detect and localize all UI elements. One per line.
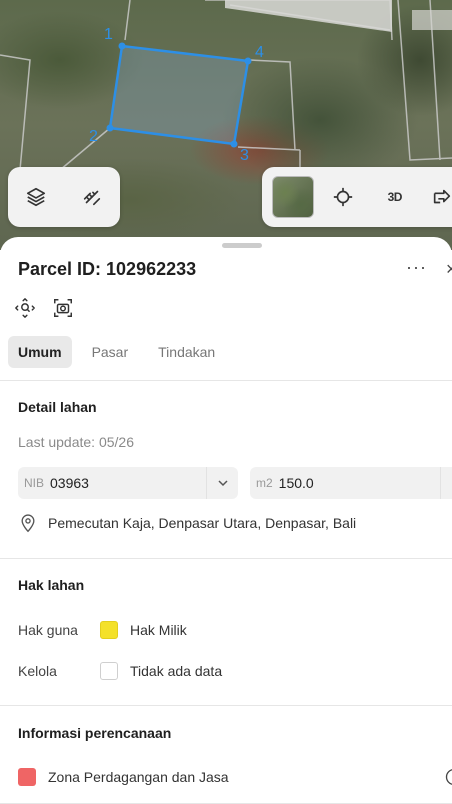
rights-value: Hak Milik [130,622,187,638]
basemap-thumbnail[interactable] [272,176,314,218]
crosshair-icon [334,187,353,207]
rights-value: Tidak ada data [130,663,223,679]
zone-row[interactable]: Zona Perdagangan dan Jasa [18,768,452,786]
screenshot-button[interactable] [52,297,74,324]
share-icon [434,189,451,204]
vertex-label-3: 3 [240,147,249,164]
area-select[interactable]: m2 150.0 [250,467,452,499]
area-prefix: m2 [256,476,273,490]
divider [0,380,452,381]
layers-button[interactable] [16,177,56,217]
tab-bar: Umum Pasar Tindakan [8,336,225,368]
chevron-down-icon [206,467,238,499]
rights-label: Kelola [18,663,57,679]
tab-umum[interactable]: Umum [8,336,72,368]
vertex-label-1: 1 [104,26,113,43]
area-value: 150.0 [278,475,314,491]
divider [0,558,452,559]
drag-handle[interactable] [222,243,262,248]
rights-row-hak-guna: Hak guna Hak Milik [18,621,187,639]
rights-row-kelola: Kelola Tidak ada data [18,662,222,680]
locate-button[interactable] [324,177,364,217]
section-title-rights: Hak lahan [18,577,85,593]
parcel-detail-sheet: Parcel ID: 102962233 ··· × Umum Pasar Ti… [0,237,452,804]
parcel-title: Parcel ID: 102962233 [18,259,197,279]
zoom-to-parcel-button[interactable] [14,297,36,324]
more-options-button[interactable]: ··· [406,257,427,278]
nib-select[interactable]: NIB 03963 [18,467,238,499]
address-row: Pemecutan Kaja, Denpasar Utara, Denpasar… [18,513,356,533]
nib-value: 03963 [50,475,89,491]
share-button[interactable] [423,177,452,217]
parcel-tools [14,297,74,324]
measure-button[interactable] [72,177,112,217]
close-button[interactable]: × [446,259,452,280]
parcel-polygon [108,44,250,146]
status-swatch [100,662,118,680]
map-tools-right: 3D [262,167,452,227]
rights-label: Hak guna [18,622,78,638]
tab-tindakan[interactable]: Tindakan [148,336,225,368]
chevron-down-icon [440,467,452,499]
vertex-label-4: 4 [255,44,264,61]
address-text: Pemecutan Kaja, Denpasar Utara, Denpasar… [48,515,357,531]
vertex-label-2: 2 [89,128,98,145]
divider [0,705,452,706]
status-swatch [100,621,118,639]
last-update-text: Last update: 05/26 [18,434,134,450]
map-tools-left [8,167,120,227]
zoom-to-fit-icon [15,298,35,318]
ruler-icon [83,190,101,206]
layers-icon [26,187,46,207]
nib-prefix: NIB [24,476,45,490]
location-pin-icon [21,514,35,533]
section-title-planning: Informasi perencanaan [18,725,172,741]
section-title-detail: Detail lahan [18,399,97,415]
zone-text: Zona Perdagangan dan Jasa [48,769,229,785]
map-view[interactable]: 1 2 3 4 3D [0,0,452,250]
tab-pasar[interactable]: Pasar [82,336,139,368]
toggle-3d-button[interactable]: 3D [375,177,415,217]
zone-swatch [18,768,36,786]
info-icon[interactable] [444,767,452,787]
camera-icon [54,299,72,317]
